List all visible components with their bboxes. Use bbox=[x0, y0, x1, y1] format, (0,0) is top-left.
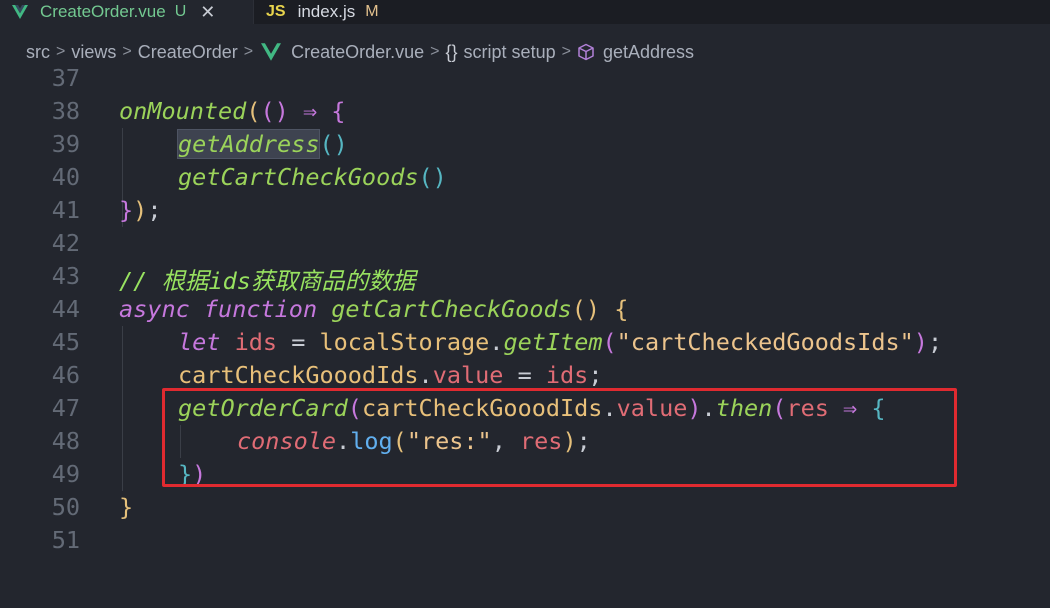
code-comment: // 根据ids获取商品的数据 bbox=[119, 267, 416, 295]
tab-label: CreateOrder.vue bbox=[40, 2, 166, 21]
tab-index-js[interactable]: JS index.js M bbox=[253, 0, 393, 24]
editor-tab-bar: CreateOrder.vue U ✕ JS index.js M bbox=[0, 0, 1050, 24]
code-line: 42 bbox=[0, 227, 1050, 260]
git-status-badge: M bbox=[365, 3, 379, 20]
token-bracket: ) bbox=[274, 97, 289, 125]
line-number: 45 bbox=[51, 328, 80, 356]
code-text: async function getCartCheckGoods() { bbox=[119, 295, 628, 323]
line-number: 46 bbox=[51, 361, 80, 389]
vue-icon bbox=[261, 43, 282, 61]
token-function: getCartCheckGoods bbox=[178, 163, 419, 191]
vue-icon bbox=[12, 5, 28, 19]
line-number: 43 bbox=[51, 262, 80, 290]
code-text: getAddress() bbox=[176, 129, 348, 159]
token-bracket: ) bbox=[133, 196, 148, 224]
token-variable: ids bbox=[545, 361, 589, 389]
token-object: localStorage bbox=[319, 328, 490, 356]
token-punctuation: ; bbox=[927, 328, 943, 356]
token-variable: cartCheckGooodIds bbox=[178, 361, 419, 389]
tab-createorder-vue[interactable]: CreateOrder.vue U ✕ bbox=[0, 0, 253, 24]
code-text: getCartCheckGoods() bbox=[178, 163, 447, 191]
token-property: value bbox=[432, 361, 504, 389]
token-operator: = bbox=[503, 361, 546, 389]
line-number: 49 bbox=[51, 460, 80, 488]
breadcrumb-item-script-setup[interactable]: script setup bbox=[464, 42, 556, 63]
cube-icon bbox=[578, 43, 594, 61]
code-line: 50 } bbox=[0, 491, 1050, 524]
line-number: 41 bbox=[51, 196, 80, 224]
token-bracket: () bbox=[418, 163, 447, 191]
code-line: 39 getAddress() bbox=[0, 128, 1050, 161]
line-number: 47 bbox=[51, 394, 80, 422]
code-text: let ids = localStorage.getItem("cartChec… bbox=[178, 328, 942, 356]
token-bracket: { bbox=[331, 97, 346, 125]
token-bracket: } bbox=[119, 196, 134, 224]
line-number: 40 bbox=[51, 163, 80, 191]
code-line: 37 bbox=[0, 62, 1050, 95]
highlight-annotation-box bbox=[162, 388, 957, 487]
code-line: 44 async function getCartCheckGoods() { bbox=[0, 293, 1050, 326]
tab-label: index.js bbox=[297, 2, 356, 21]
breadcrumb-item-createorder[interactable]: CreateOrder bbox=[138, 42, 238, 63]
code-text: cartCheckGooodIds.value = ids; bbox=[178, 361, 603, 389]
token-keyword: function bbox=[203, 295, 318, 323]
line-number: 39 bbox=[51, 130, 80, 158]
token-operator: = bbox=[277, 328, 320, 356]
close-icon[interactable]: ✕ bbox=[200, 2, 215, 23]
chevron-right-icon: > bbox=[56, 43, 66, 60]
chevron-right-icon: > bbox=[561, 43, 571, 60]
line-number: 51 bbox=[51, 526, 80, 554]
token-bracket: ( bbox=[246, 97, 261, 125]
code-line: 41 }); bbox=[0, 194, 1050, 227]
chevron-right-icon: > bbox=[430, 43, 440, 60]
token-bracket: } bbox=[119, 493, 134, 521]
breadcrumb-item-file[interactable]: CreateOrder.vue bbox=[291, 42, 424, 63]
token-bracket: ( bbox=[602, 328, 617, 356]
token-keyword: let bbox=[178, 328, 221, 356]
braces-icon: {} bbox=[445, 41, 458, 62]
token-punctuation: . bbox=[489, 328, 504, 356]
token-method: getItem bbox=[503, 328, 603, 356]
token-bracket: { bbox=[614, 295, 629, 323]
code-line: 45 let ids = localStorage.getItem("cartC… bbox=[0, 326, 1050, 359]
git-status-badge: U bbox=[174, 3, 187, 20]
token-punctuation: ; bbox=[588, 361, 603, 389]
token-function: onMounted bbox=[119, 97, 247, 125]
breadcrumb-item-getaddress[interactable]: getAddress bbox=[603, 42, 694, 63]
token-punctuation: . bbox=[418, 361, 433, 389]
token-string: "cartCheckedGoodsIds" bbox=[616, 328, 914, 356]
code-line: 43 // 根据ids获取商品的数据 bbox=[0, 260, 1050, 295]
code-line: 40 getCartCheckGoods() bbox=[0, 161, 1050, 194]
token-keyword: async bbox=[119, 295, 190, 323]
token-bracket: ( bbox=[260, 97, 275, 125]
token-variable: ids bbox=[234, 328, 278, 356]
breadcrumb-item-views[interactable]: views bbox=[71, 42, 116, 63]
token-bracket: () bbox=[571, 295, 601, 323]
chevron-right-icon: > bbox=[243, 43, 254, 60]
line-number: 48 bbox=[51, 427, 80, 455]
token-arrow: ⇒ bbox=[288, 97, 332, 125]
line-number: 42 bbox=[51, 229, 80, 257]
token-punctuation: ; bbox=[147, 196, 162, 224]
breadcrumb-item-src[interactable]: src bbox=[26, 42, 50, 63]
token-bracket: () bbox=[319, 130, 348, 158]
code-text: onMounted(() ⇒ { bbox=[119, 97, 345, 125]
js-icon: JS bbox=[266, 3, 286, 20]
code-text: } bbox=[119, 493, 133, 521]
line-number: 37 bbox=[51, 64, 80, 92]
token-bracket: ) bbox=[913, 328, 928, 356]
line-number: 44 bbox=[51, 295, 80, 323]
code-text: }); bbox=[119, 196, 161, 224]
chevron-right-icon: > bbox=[122, 43, 132, 60]
line-number: 38 bbox=[51, 97, 80, 125]
token-function: getCartCheckGoods bbox=[331, 295, 572, 323]
code-line: 38 onMounted(() ⇒ { bbox=[0, 95, 1050, 128]
token-function-selected: getAddress bbox=[176, 129, 321, 159]
line-number: 50 bbox=[51, 493, 80, 521]
